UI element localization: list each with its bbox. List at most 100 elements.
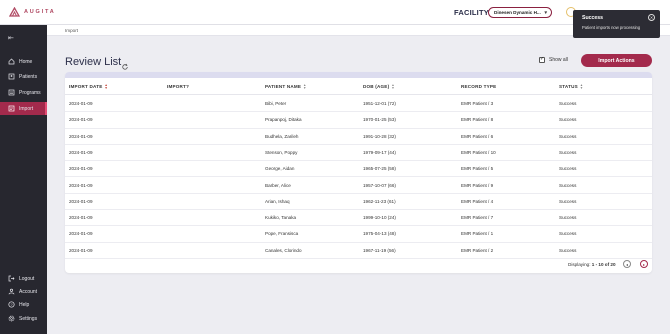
sidebar-item-programs[interactable]: Programs bbox=[0, 86, 47, 99]
header-status[interactable]: STATUS ▲ ▼ bbox=[559, 83, 584, 90]
cell-record: EMR Patient / 2 bbox=[461, 247, 494, 253]
pagination-prefix: Displaying: bbox=[568, 262, 592, 267]
import-icon bbox=[8, 105, 15, 112]
cell-dob: 1965-07-25 (58) bbox=[363, 166, 396, 172]
show-all-checkbox[interactable] bbox=[539, 56, 545, 63]
sidebar-item-label: Logout bbox=[19, 275, 35, 282]
sidebar-item-help[interactable]: ? Help bbox=[0, 298, 47, 311]
table-row[interactable]: 2024-01-09 Budhela, Zarileh 1991-10-28 (32… bbox=[65, 129, 652, 145]
app-logo[interactable]: AUGITA bbox=[9, 7, 55, 17]
review-table: IMPORT DATE ▲ ▼ IMPORT? PATIENT NAME ▲ ▼ D… bbox=[65, 72, 652, 273]
collapse-sidebar-icon[interactable]: ⇤ bbox=[8, 34, 14, 42]
sidebar-item-label: Home bbox=[19, 58, 33, 65]
sidebar-item-label: Patients bbox=[19, 73, 38, 80]
header-label: PATIENT NAME bbox=[265, 84, 302, 89]
cell-dob: 1951-12-01 (72) bbox=[363, 101, 396, 106]
cell-status: Success bbox=[559, 247, 577, 253]
cell-name: Pope, Fransisca bbox=[265, 231, 299, 237]
cell-name: Prapanpoj, Ditaka bbox=[265, 117, 302, 123]
header-label: IMPORT? bbox=[167, 84, 190, 89]
cell-dob: 1962-11-23 (61) bbox=[363, 198, 396, 204]
cell-date: 2024-01-09 bbox=[69, 166, 93, 172]
chevron-down-icon: ▾ bbox=[544, 10, 547, 16]
sidebar-item-import[interactable]: Import bbox=[0, 102, 47, 115]
table-row[interactable]: 2024-01-09 Barber, Alice 1957-10-07 (66) EM… bbox=[65, 178, 652, 194]
cell-date: 2024-01-09 bbox=[69, 101, 93, 106]
table-header: IMPORT DATE ▲ ▼ IMPORT? PATIENT NAME ▲ ▼ D… bbox=[65, 78, 652, 95]
cell-record: EMR Patient / 5 bbox=[461, 166, 494, 172]
cell-date: 2024-01-09 bbox=[69, 231, 93, 237]
header-import-date[interactable]: IMPORT DATE ▲ ▼ bbox=[69, 83, 108, 90]
sidebar-item-label: Help bbox=[19, 301, 30, 308]
table-row[interactable]: 2024-01-09 Arian, Ishaq 1962-11-23 (61) EMR… bbox=[65, 194, 652, 211]
table-row[interactable]: 2024-01-09 Pope, Fransisca 1975-04-13 (48)… bbox=[65, 226, 652, 243]
facility-select[interactable]: Dinesen Dynamic H... ▾ bbox=[488, 7, 552, 18]
cell-name: Kukiko, Tanaka bbox=[265, 215, 297, 221]
header-patient-name[interactable]: PATIENT NAME ▲ ▼ bbox=[265, 83, 307, 90]
top-bar: AUGITA FACILITY Dinesen Dynamic H... ▾ bbox=[0, 0, 670, 25]
cell-dob: 1967-11-19 (56) bbox=[363, 247, 396, 253]
cell-status: Success bbox=[559, 198, 577, 204]
show-all-label: Show all bbox=[549, 57, 568, 63]
sidebar-item-label: Account bbox=[19, 288, 38, 295]
logo-text: AUGITA bbox=[24, 9, 56, 15]
home-icon bbox=[8, 58, 15, 65]
cell-record: EMR Patient / 6 bbox=[461, 133, 494, 139]
previous-page-button[interactable]: ◂ bbox=[623, 260, 631, 268]
cell-dob: 1979-09-17 (44) bbox=[363, 149, 396, 155]
table-row[interactable]: 2024-01-09 Stenson, Poppy 1979-09-17 (44) E… bbox=[65, 145, 652, 162]
table-row[interactable]: 2024-01-09 Kukiko, Tanaka 1999-10-10 (24) E… bbox=[65, 210, 652, 227]
help-icon: ? bbox=[8, 301, 15, 308]
sidebar-item-patients[interactable]: Patients bbox=[0, 70, 47, 83]
show-all-toggle[interactable]: Show all bbox=[539, 56, 568, 63]
sort-icon: ▲ ▼ bbox=[391, 83, 395, 90]
facility-label: FACILITY bbox=[454, 8, 489, 17]
sort-icon: ▲ ▼ bbox=[303, 83, 307, 90]
refresh-icon[interactable] bbox=[121, 58, 129, 70]
cell-record: EMR Patient / 8 bbox=[461, 117, 494, 123]
cell-date: 2024-01-09 bbox=[69, 182, 93, 188]
header-label: DOB (AGE) bbox=[363, 84, 390, 89]
sidebar-item-logout[interactable]: Logout bbox=[0, 272, 47, 285]
page-title: Review List bbox=[65, 56, 122, 68]
cell-dob: 1991-10-28 (32) bbox=[363, 133, 396, 139]
table-row[interactable]: 2024-01-09 Prapanpoj, Ditaka 1970-01-25 (5… bbox=[65, 112, 652, 129]
programs-icon bbox=[8, 89, 15, 96]
logo-mark-icon bbox=[9, 7, 20, 17]
table-row[interactable]: 2024-01-09 George, Aidan 1965-07-25 (58) EM… bbox=[65, 161, 652, 178]
gear-icon bbox=[8, 315, 15, 322]
sort-icon: ▲ ▼ bbox=[104, 83, 108, 90]
cell-name: Stenson, Poppy bbox=[265, 149, 298, 155]
cell-dob: 1970-01-25 (53) bbox=[363, 117, 396, 123]
table-row[interactable]: 2024-01-09 Canales, Clorindo 1967-11-19 (5… bbox=[65, 243, 652, 259]
toast-title: Success bbox=[582, 15, 604, 21]
next-page-button[interactable]: ▸ bbox=[640, 260, 648, 268]
cell-name: Budhela, Zarileh bbox=[265, 133, 299, 139]
cell-status: Success bbox=[559, 166, 577, 172]
sort-icon: ▲ ▼ bbox=[579, 83, 584, 90]
cell-status: Success bbox=[559, 117, 577, 123]
header-dob[interactable]: DOB (AGE) ▲ ▼ bbox=[363, 83, 395, 90]
cell-record: EMR Patient / 7 bbox=[461, 215, 494, 221]
cell-date: 2024-01-09 bbox=[69, 247, 93, 253]
import-actions-button[interactable]: Import Actions bbox=[581, 54, 652, 67]
header-label: IMPORT DATE bbox=[69, 84, 103, 89]
sidebar-item-home[interactable]: Home bbox=[0, 55, 47, 68]
sidebar-item-account[interactable]: Account bbox=[0, 285, 47, 298]
toast-message: Patient imports now processing bbox=[582, 25, 641, 30]
cell-status: Success bbox=[559, 149, 577, 155]
breadcrumb-item-import[interactable]: Import bbox=[65, 28, 78, 33]
sidebar-item-settings[interactable]: Settings bbox=[0, 312, 47, 325]
sidebar-item-label: Settings bbox=[19, 315, 38, 322]
cell-name: Bibi, Peter bbox=[265, 101, 287, 106]
cell-date: 2024-01-09 bbox=[69, 149, 93, 155]
cell-name: Barber, Alice bbox=[265, 182, 291, 188]
cell-record: EMR Patient / 9 bbox=[461, 182, 494, 188]
cell-status: Success bbox=[559, 133, 577, 139]
success-toast: Success Patient imports now processing ✕ bbox=[573, 10, 660, 38]
cell-status: Success bbox=[559, 231, 577, 237]
close-icon[interactable]: ✕ bbox=[648, 14, 655, 21]
cell-name: George, Aidan bbox=[265, 166, 295, 172]
cell-dob: 1957-10-07 (66) bbox=[363, 182, 396, 188]
table-row[interactable]: 2024-01-09 Bibi, Peter 1951-12-01 (72) EMR … bbox=[65, 96, 652, 113]
